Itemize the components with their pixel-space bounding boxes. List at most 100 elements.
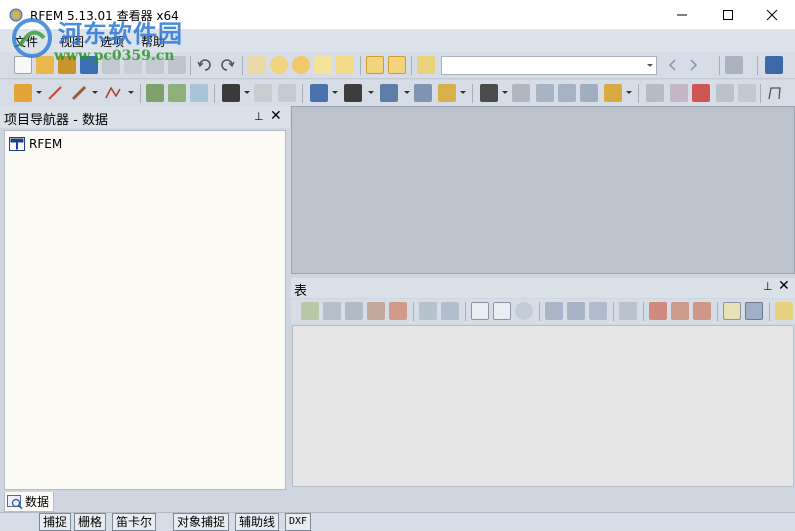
refresh-icon[interactable] xyxy=(515,302,533,320)
add-icon[interactable] xyxy=(545,302,563,320)
chevron-down-icon[interactable] xyxy=(244,91,250,94)
axis-icon[interactable] xyxy=(738,84,756,102)
export-icon[interactable] xyxy=(765,56,783,74)
move-row-icon[interactable] xyxy=(367,302,385,320)
connect-icon[interactable] xyxy=(438,84,456,102)
line-end-icon[interactable] xyxy=(704,56,712,74)
menu-help[interactable]: 帮助 xyxy=(141,33,165,50)
menu-view[interactable]: 视图 xyxy=(60,33,84,50)
zoom-icon[interactable] xyxy=(604,84,622,102)
tree-item-rfem[interactable]: RFEM xyxy=(9,135,62,153)
table-filter-icon[interactable] xyxy=(301,302,319,320)
eraser-icon[interactable] xyxy=(248,56,266,74)
hinge-icon[interactable] xyxy=(168,84,186,102)
beam-load-icon[interactable] xyxy=(278,84,296,102)
next-table-icon[interactable] xyxy=(441,302,459,320)
load-case-icon[interactable] xyxy=(417,56,435,74)
chevron-down-icon[interactable] xyxy=(128,91,134,94)
load-case-combo[interactable] xyxy=(441,56,657,75)
axis-icon[interactable] xyxy=(716,84,734,102)
left-icon[interactable] xyxy=(671,302,689,320)
member-icon[interactable] xyxy=(70,84,88,102)
chevron-down-icon[interactable] xyxy=(404,91,410,94)
load-icon[interactable] xyxy=(222,84,240,102)
next-icon[interactable] xyxy=(684,56,702,74)
chevron-down-icon[interactable] xyxy=(502,91,508,94)
axis-icon[interactable] xyxy=(766,84,784,102)
cube-icon[interactable] xyxy=(692,84,710,102)
zoom-in-icon[interactable] xyxy=(646,84,664,102)
table-view-icon[interactable] xyxy=(366,56,384,74)
status-snap[interactable]: 捕捉 xyxy=(39,513,72,531)
insert-row-icon[interactable] xyxy=(323,302,341,320)
status-object-snap[interactable]: 对象捕捉 xyxy=(173,513,230,531)
column-icon[interactable] xyxy=(723,302,741,320)
menu-file[interactable]: 文件 xyxy=(14,33,38,50)
table-area[interactable] xyxy=(292,325,794,487)
right-icon[interactable] xyxy=(693,302,711,320)
box-icon[interactable] xyxy=(670,84,688,102)
print-preview-icon[interactable] xyxy=(168,56,186,74)
status-dxf[interactable]: DXF xyxy=(285,513,312,531)
chevron-down-icon[interactable] xyxy=(368,91,374,94)
save-disabled-icon[interactable] xyxy=(124,56,142,74)
solid-icon[interactable] xyxy=(380,84,398,102)
prev-icon[interactable] xyxy=(664,56,682,74)
export-icon[interactable] xyxy=(589,302,607,320)
print-icon[interactable] xyxy=(146,56,164,74)
chevron-down-icon[interactable] xyxy=(36,91,42,94)
save-icon[interactable] xyxy=(102,56,120,74)
comment-icon[interactable] xyxy=(314,56,332,74)
open-folder-icon[interactable] xyxy=(58,56,76,74)
chevron-down-icon[interactable] xyxy=(626,91,632,94)
prev-table-icon[interactable] xyxy=(419,302,437,320)
minimize-button[interactable] xyxy=(659,0,705,30)
grid-icon[interactable] xyxy=(512,84,530,102)
chevron-down-icon[interactable] xyxy=(332,91,338,94)
undo-icon[interactable] xyxy=(471,302,489,320)
status-grid[interactable]: 栅格 xyxy=(74,513,107,531)
polyline-icon[interactable] xyxy=(104,84,122,102)
close-button[interactable] xyxy=(749,0,795,30)
navigator-tab-data[interactable]: 数据 xyxy=(4,492,54,512)
search-icon[interactable] xyxy=(270,56,288,74)
target-icon[interactable] xyxy=(292,56,310,74)
pin-icon[interactable]: ⊥ xyxy=(254,110,264,124)
graphics-workspace[interactable] xyxy=(291,106,795,274)
slab-icon[interactable] xyxy=(254,84,272,102)
support-icon[interactable] xyxy=(146,84,164,102)
redo-icon[interactable] xyxy=(493,302,511,320)
cut-icon[interactable] xyxy=(649,302,667,320)
menu-options[interactable]: 选项 xyxy=(100,33,124,50)
clear-icon[interactable] xyxy=(619,302,637,320)
undo-icon[interactable] xyxy=(196,56,214,74)
new-icon[interactable] xyxy=(14,56,32,74)
maximize-button[interactable] xyxy=(705,0,751,30)
open-icon[interactable] xyxy=(36,56,54,74)
chevron-down-icon[interactable] xyxy=(92,91,98,94)
block-icon[interactable] xyxy=(414,84,432,102)
settings-icon[interactable] xyxy=(775,302,793,320)
pin-icon[interactable]: ⊥ xyxy=(763,280,773,293)
status-guidelines[interactable]: 辅助线 xyxy=(235,513,280,531)
frame-icon[interactable] xyxy=(310,84,328,102)
redo-icon[interactable] xyxy=(218,56,236,74)
select-icon[interactable] xyxy=(480,84,498,102)
surface-load-icon[interactable] xyxy=(344,84,362,102)
edit-icon[interactable] xyxy=(389,302,407,320)
rows-icon[interactable] xyxy=(745,302,763,320)
copy-icon[interactable] xyxy=(336,56,354,74)
grid-view-icon[interactable] xyxy=(388,56,406,74)
calculator-icon[interactable] xyxy=(725,56,743,74)
delete-row-icon[interactable] xyxy=(345,302,363,320)
chevron-down-icon[interactable] xyxy=(460,91,466,94)
model-icon[interactable] xyxy=(80,56,98,74)
status-cartesian[interactable]: 笛卡尔 xyxy=(112,513,157,531)
line-icon[interactable] xyxy=(46,84,64,102)
display-icon[interactable] xyxy=(580,84,598,102)
copy-icon[interactable] xyxy=(567,302,585,320)
node-icon[interactable] xyxy=(14,84,32,102)
close-icon[interactable]: ✕ xyxy=(270,108,282,124)
mesh-icon[interactable] xyxy=(536,84,554,102)
result-icon[interactable] xyxy=(558,84,576,102)
